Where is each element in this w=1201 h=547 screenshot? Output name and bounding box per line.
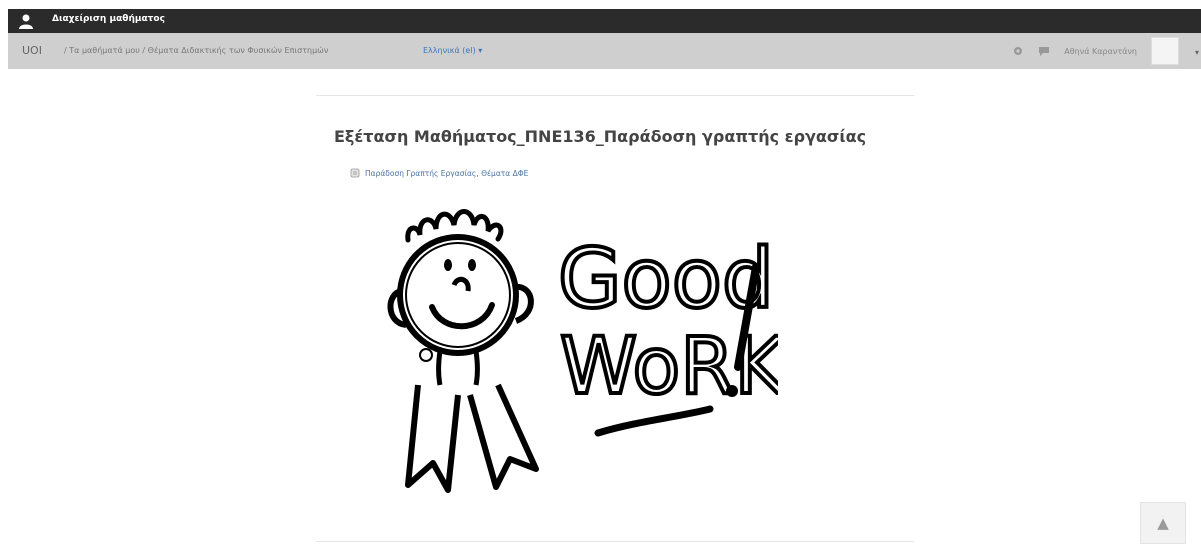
admin-bar: Διαχείριση μαθήματος bbox=[8, 9, 1201, 33]
file-icon bbox=[350, 168, 360, 178]
user-menu: Αθηνά Καραντάνη bbox=[1012, 37, 1179, 65]
admin-title[interactable]: Διαχείριση μαθήματος bbox=[52, 14, 165, 24]
file-link[interactable]: Παράδοση Γραπτής Εργασίας, Θέματα ΔΦΕ bbox=[350, 168, 528, 178]
site-brand[interactable]: UOI bbox=[22, 44, 42, 57]
chevron-down-icon[interactable]: ▾ bbox=[1195, 48, 1199, 57]
gear-icon[interactable] bbox=[1012, 45, 1024, 57]
divider-top bbox=[316, 95, 914, 96]
scroll-to-top-button[interactable]: ▲ bbox=[1140, 502, 1186, 544]
divider-bottom bbox=[316, 541, 914, 542]
chat-icon[interactable] bbox=[1038, 45, 1050, 57]
language-selector[interactable]: Ελληνικά (el) ▾ bbox=[423, 46, 482, 55]
file-link-label[interactable]: Παράδοση Γραπτής Εργασίας, Θέματα ΔΦΕ bbox=[365, 169, 528, 178]
user-icon[interactable] bbox=[18, 13, 34, 29]
page-title: Εξέταση Μαθήματος_ΠΝΕ136_Παράδοση γραπτή… bbox=[334, 127, 867, 146]
user-name[interactable]: Αθηνά Καραντάνη bbox=[1064, 47, 1137, 56]
good-work-image: Good WoRK bbox=[387, 209, 778, 493]
top-header: Διαχείριση μαθήματος bbox=[0, 0, 1201, 33]
breadcrumb[interactable]: / Τα μαθήματά μου / Θέματα Διδακτικής τω… bbox=[64, 46, 328, 55]
good-text: Good bbox=[558, 232, 774, 327]
avatar[interactable] bbox=[1151, 37, 1179, 65]
navbar: UOI / Τα μαθήματά μου / Θέματα Διδακτική… bbox=[8, 33, 1201, 69]
arrow-up-icon: ▲ bbox=[1157, 514, 1169, 532]
